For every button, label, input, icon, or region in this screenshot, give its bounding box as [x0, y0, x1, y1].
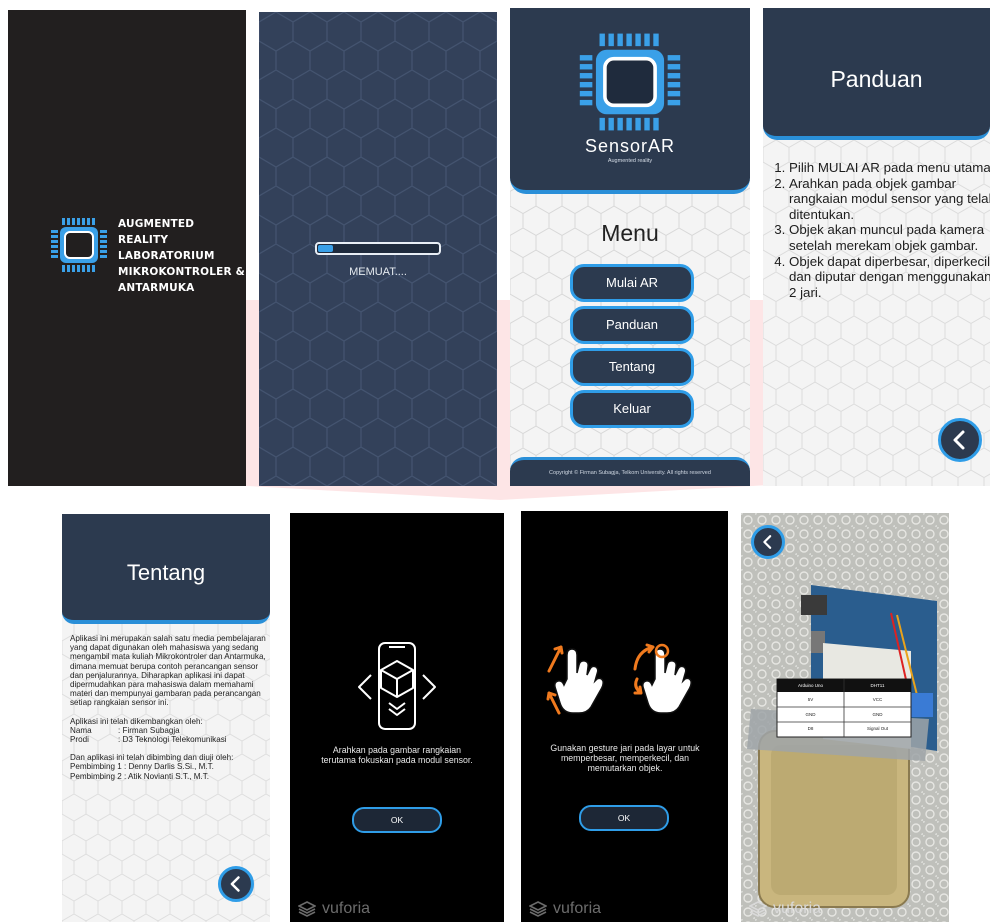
- splash-brand-text: AUGMENTED REALITY LABORATORIUM MIKROKONT…: [118, 216, 246, 296]
- guide-step: Pilih MULAI AR pada menu utama: [789, 160, 990, 176]
- about-button[interactable]: Tentang: [570, 348, 694, 386]
- rotate-gesture-icon: [633, 643, 692, 714]
- ok-button[interactable]: OK: [352, 807, 442, 833]
- loading-text: MEMUAT....: [349, 266, 407, 278]
- ar-table-cell: D8: [807, 726, 814, 731]
- ar-table-row: 5V VCC: [777, 693, 911, 708]
- brand-line: ANTARMUKA: [118, 282, 195, 294]
- app-name: SensorAR: [584, 136, 676, 156]
- phone-scan-icon: [358, 642, 436, 730]
- vuforia-logo-icon: [529, 901, 547, 917]
- chip-logo-icon: [579, 33, 681, 131]
- back-button[interactable]: [751, 525, 785, 559]
- name-label: Nama: [70, 725, 92, 735]
- developer-prodi-row: Prodi : D3 Teknologi Telekomunikasi: [70, 735, 268, 744]
- ar-camera-view: Arduino Uno DHT11 5V VCC GND GND D8 Sign…: [741, 513, 949, 922]
- vuforia-watermark: vuforia: [749, 900, 821, 918]
- ar-table-cell: GND: [805, 711, 816, 717]
- guide-header: Panduan: [763, 8, 990, 140]
- supervised-by-label: Dan aplikasi ini telah dibimbing dan diu…: [70, 753, 234, 763]
- guide-screen: Panduan Pilih MULAI AR pada menu utama A…: [763, 8, 990, 486]
- ar-table-cell: 5V: [807, 697, 814, 702]
- guide-step: Objek akan muncul pada kamera setelah me…: [789, 222, 990, 253]
- about-content: Aplikasi ini merupakan salah satu media …: [70, 634, 268, 781]
- loading-screen: MEMUAT....: [259, 12, 497, 486]
- ar-table-cell: GND: [872, 711, 883, 717]
- brand-line: AUGMENTED REALITY: [118, 218, 195, 246]
- vuforia-logo-icon: [749, 901, 767, 917]
- about-screen: Tentang Aplikasi ini merupakan salah sat…: [62, 514, 270, 922]
- pinch-gesture-icon: [546, 645, 604, 715]
- ar-gesture-message: Gunakan gesture jari pada layar untuk me…: [550, 743, 700, 773]
- vuforia-label: vuforia: [553, 900, 602, 917]
- splash-screen: AUGMENTED REALITY LABORATORIUM MIKROKONT…: [8, 10, 246, 486]
- loading-progress-bar: [315, 242, 441, 255]
- brand-line: LABORATORIUM: [118, 250, 215, 262]
- start-ar-button[interactable]: Mulai AR: [570, 264, 694, 302]
- about-title: Tentang: [126, 560, 206, 585]
- about-description: Aplikasi ini merupakan salah satu media …: [70, 634, 266, 708]
- vuforia-watermark: vuforia: [298, 900, 370, 918]
- ar-table-header: Arduino Uno: [797, 683, 824, 688]
- main-menu-screen: SensorAR Augmented reality Menu Mulai AR…: [510, 8, 750, 486]
- vuforia-label: vuforia: [773, 900, 822, 917]
- advisor-2: Pembimbing 2 : Atik Novianti S.T., M.T.: [70, 771, 209, 781]
- background-arrow-decoration: [140, 300, 860, 500]
- ar-table-row: D8 Signal Out: [777, 722, 911, 737]
- app-tagline: Augmented reality: [607, 158, 653, 164]
- menu-header: SensorAR Augmented reality: [510, 8, 750, 194]
- guide-step: Objek dapat diperbesar, diperkecil, dan …: [789, 254, 990, 301]
- vuforia-label: vuforia: [322, 900, 371, 917]
- chevron-left-icon: [953, 430, 965, 450]
- ar-scan-message: Arahkan pada gambar rangkaian terutama f…: [321, 745, 473, 765]
- guide-title: Panduan: [830, 66, 923, 92]
- chip-logo-icon: [51, 218, 107, 272]
- vuforia-logo-icon: [298, 901, 316, 917]
- ar-table-cell: VCC: [872, 697, 883, 702]
- menu-title: Menu: [601, 220, 659, 246]
- copyright-footer: Copyright © Firman Subagja, Telkom Unive…: [510, 457, 750, 486]
- ar-table-row: GND GND: [777, 708, 911, 723]
- back-button[interactable]: [218, 866, 254, 902]
- prodi-value: : D3 Teknologi Telekomunikasi: [118, 735, 227, 745]
- back-button[interactable]: [938, 418, 982, 462]
- name-value: : Firman Subagja: [118, 725, 180, 735]
- ar-gesture-hint-screen: Gunakan gesture jari pada layar untuk me…: [521, 511, 728, 922]
- ar-table-header-row: Arduino Uno DHT11: [777, 679, 911, 692]
- developed-by-label: Aplikasi ini telah dikembangkan oleh:: [70, 716, 203, 726]
- exit-button[interactable]: Keluar: [570, 390, 694, 428]
- ar-table-cell: Signal Out: [866, 726, 888, 731]
- guide-button[interactable]: Panduan: [570, 306, 694, 344]
- advisor-1: Pembimbing 1 : Denny Darlis S.Si., M.T.: [70, 762, 214, 772]
- guide-steps-list: Pilih MULAI AR pada menu utama Arahkan p…: [769, 160, 990, 300]
- brand-line: MIKROKONTROLER &: [118, 266, 246, 278]
- developer-name-row: Nama : Firman Subagja: [70, 726, 268, 735]
- chevron-left-icon: [763, 535, 772, 549]
- ar-table-header: DHT11: [870, 683, 885, 688]
- guide-step: Arahkan pada objek gambar rangkaian modu…: [789, 176, 990, 223]
- prodi-label: Prodi: [70, 735, 89, 745]
- about-header: Tentang: [62, 514, 270, 624]
- chevron-left-icon: [230, 876, 240, 892]
- ar-scan-hint-screen: Arahkan pada gambar rangkaian terutama f…: [290, 513, 504, 922]
- ok-button[interactable]: OK: [579, 805, 669, 831]
- vuforia-watermark: vuforia: [529, 900, 601, 918]
- ar-table-body: 5V VCC GND GND D8 Signal Out: [777, 693, 911, 737]
- loading-progress-fill: [318, 245, 333, 252]
